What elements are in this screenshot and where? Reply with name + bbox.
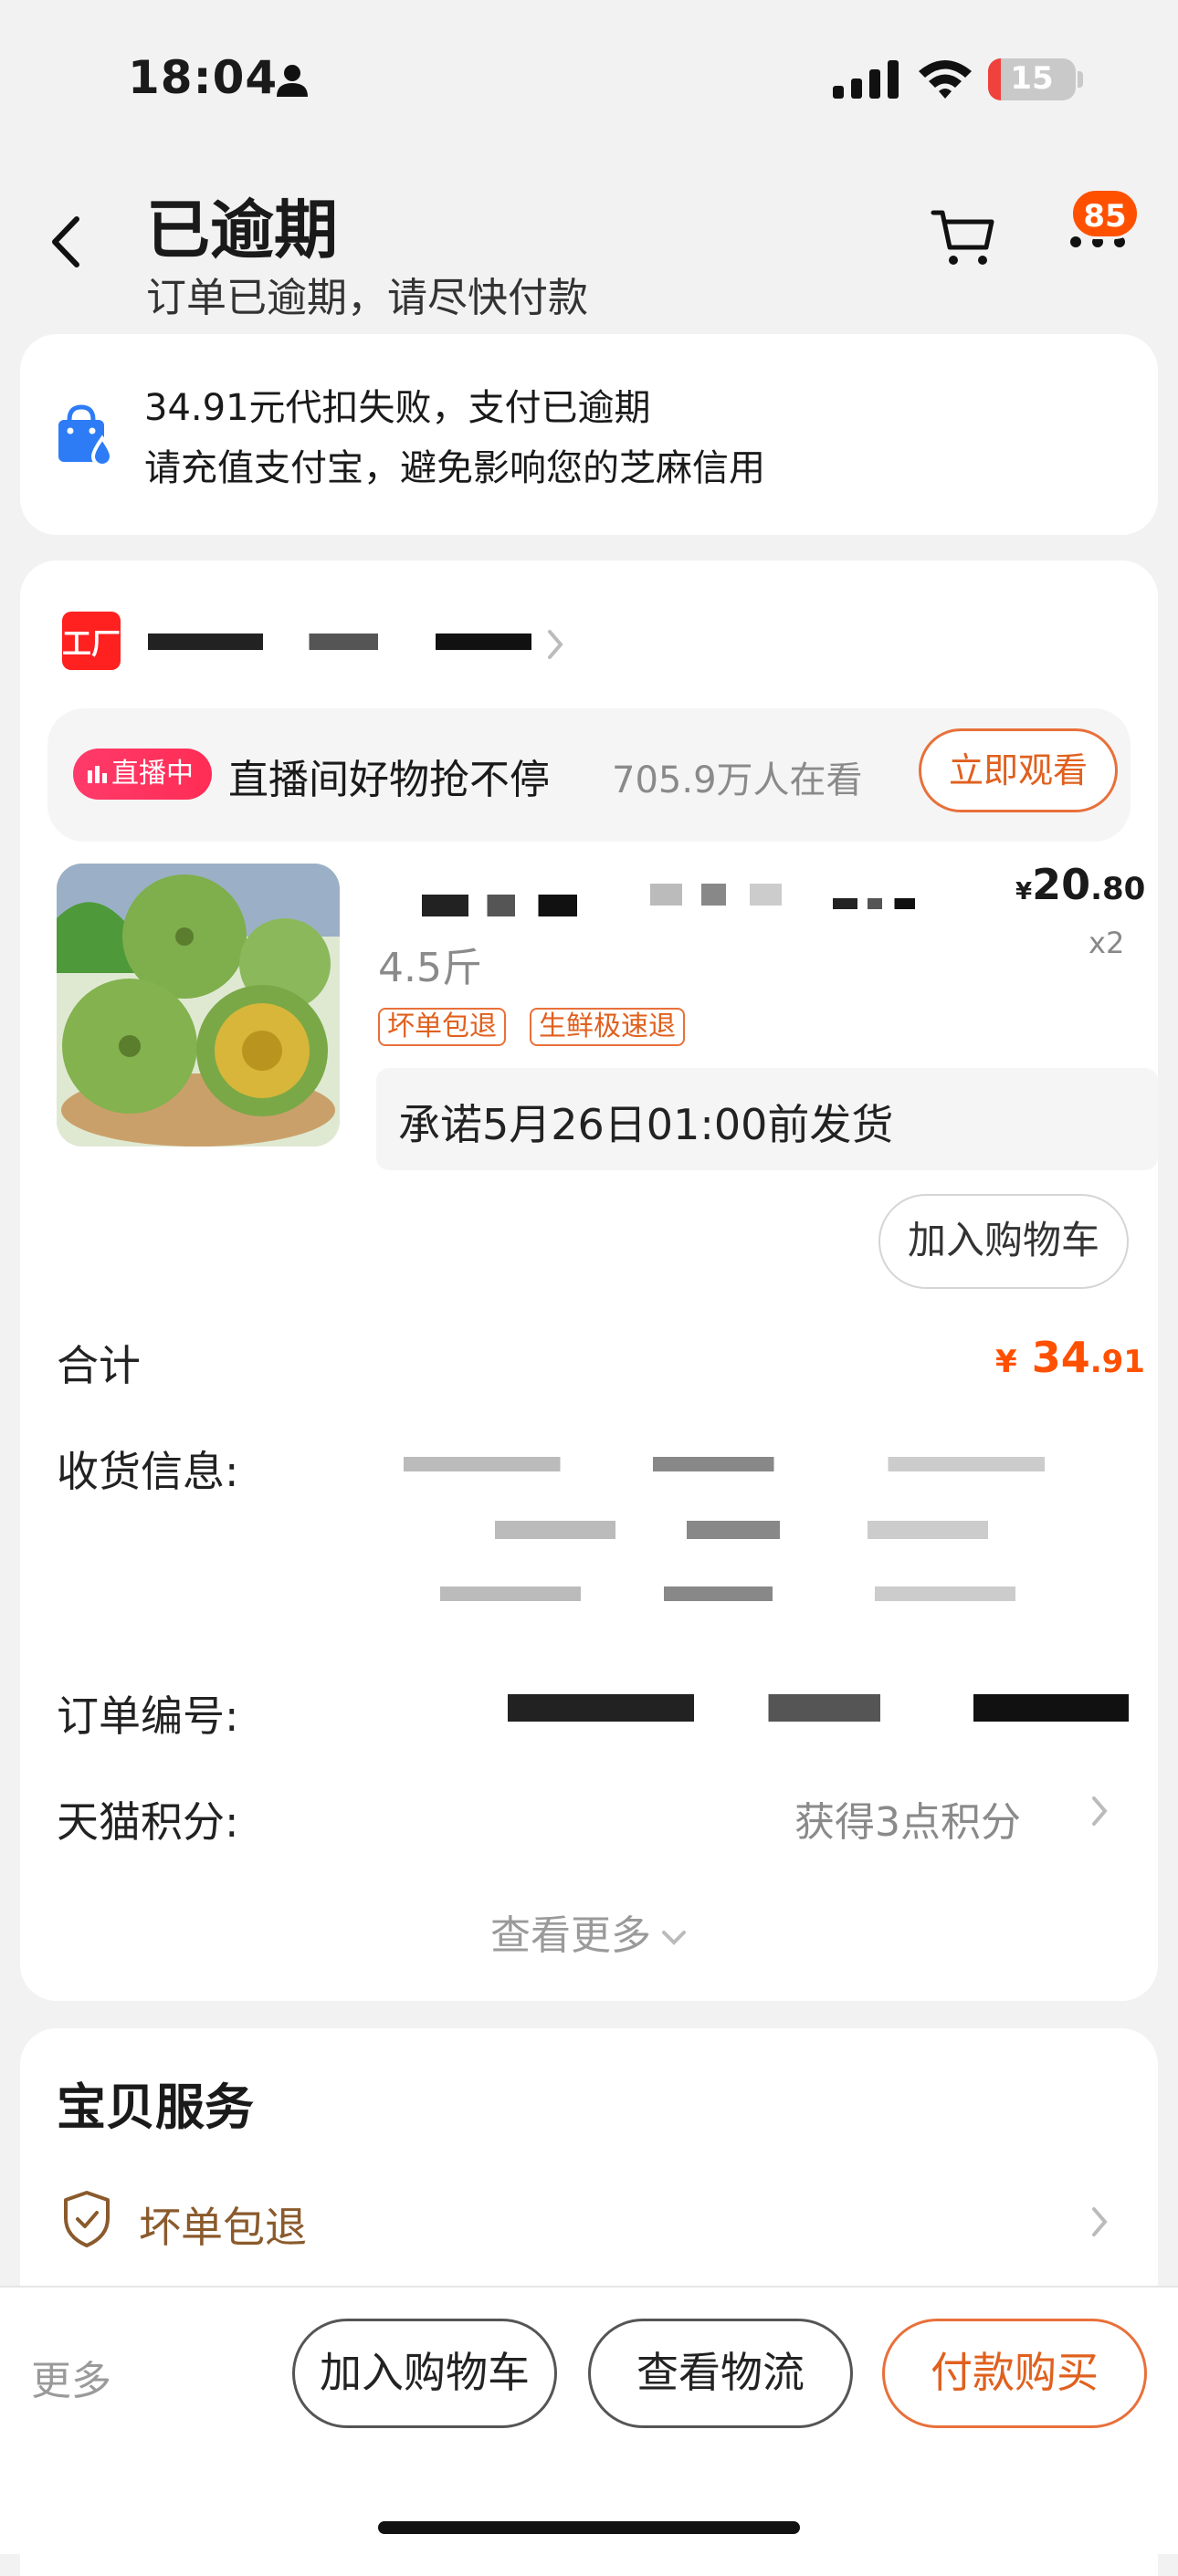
- payment-bag-icon: [58, 404, 114, 467]
- live-stream-banner[interactable]: 直播中 直播间好物抢不停 705.9万人在看 立即观看: [47, 708, 1131, 842]
- shield-check-icon: [64, 2191, 110, 2247]
- points-label: 天猫积分:: [57, 1797, 239, 1847]
- store-logo[interactable]: 工厂: [62, 612, 121, 670]
- view-logistics-button[interactable]: 查看物流: [588, 2319, 853, 2428]
- points-value[interactable]: 获得3点积分: [794, 1789, 1021, 1848]
- product-spec: 4.5斤: [378, 945, 482, 991]
- home-indicator[interactable]: [378, 2521, 800, 2534]
- bottom-action-bar: 更多 加入购物车 查看物流 付款购买: [0, 2286, 1178, 2554]
- redaction-block: [650, 884, 796, 906]
- store-chevron-icon[interactable]: [544, 626, 566, 663]
- points-chevron-icon[interactable]: [1089, 1793, 1110, 1829]
- price-decimal: .80: [1090, 871, 1146, 907]
- product-image[interactable]: [57, 864, 340, 1147]
- total-amount: ¥ 34.91: [995, 1333, 1145, 1382]
- live-viewer-count: 705.9万人在看: [612, 759, 863, 801]
- total-label: 合计: [57, 1341, 141, 1390]
- add-to-cart-button[interactable]: 加入购物车: [292, 2319, 557, 2428]
- tag-return-if-damaged: 坏单包退: [378, 1008, 506, 1046]
- total-currency: ¥: [995, 1344, 1017, 1380]
- services-title: 宝贝服务: [57, 2079, 254, 2136]
- live-badge: 直播中: [73, 749, 212, 800]
- more-actions-link[interactable]: 更多: [31, 2348, 111, 2406]
- order-number-redacted: [508, 1694, 1129, 1722]
- price-integer: 20: [1032, 860, 1091, 909]
- redaction-block: [495, 1521, 1043, 1539]
- total-integer: 34: [1031, 1333, 1090, 1382]
- shipping-promise: 承诺5月26日01:00前发货: [376, 1068, 1158, 1170]
- battery-indicator: 15: [988, 58, 1076, 100]
- cart-icon[interactable]: [930, 205, 997, 271]
- battery-level-text: 15: [1010, 60, 1054, 97]
- redaction-block: [440, 1586, 1079, 1601]
- service-item-return[interactable]: 坏单包退: [139, 2194, 307, 2255]
- cellular-signal-icon: [833, 60, 899, 99]
- add-to-cart-button-item[interactable]: 加入购物车: [878, 1194, 1129, 1289]
- shipping-promise-text: 承诺5月26日01:00前发货: [398, 1100, 894, 1149]
- wifi-icon: [919, 60, 972, 99]
- alert-message-line2: 请充值支付宝，避免影响您的芝麻信用: [144, 447, 765, 489]
- overdue-alert-card: 34.91元代扣失败，支付已逾期 请充值支付宝，避免影响您的芝麻信用: [20, 334, 1158, 535]
- chevron-down-icon: [662, 1931, 686, 1945]
- redaction-block: [422, 895, 577, 916]
- total-decimal: .91: [1089, 1344, 1145, 1380]
- order-number-label: 订单编号:: [57, 1691, 239, 1741]
- product-price: ¥20.80: [1015, 860, 1145, 909]
- redaction-block: [404, 1457, 1116, 1471]
- store-name-redacted[interactable]: [148, 634, 531, 650]
- price-currency: ¥: [1015, 878, 1033, 906]
- redaction-block: [833, 898, 915, 909]
- page-subtitle: 订单已逾期，请尽快付款: [146, 275, 588, 321]
- service-chevron-icon[interactable]: [1089, 2204, 1110, 2240]
- see-more-link[interactable]: 查看更多: [20, 1902, 1158, 1961]
- back-arrow-icon[interactable]: [40, 210, 95, 274]
- live-bars-icon: [88, 766, 107, 783]
- address-redacted: [385, 1450, 1134, 1632]
- person-icon: [277, 65, 308, 97]
- product-quantity: x2: [1089, 926, 1125, 960]
- tag-fresh-fast-refund: 生鲜极速退: [530, 1008, 685, 1046]
- order-card: 工厂 直播中 直播间好物抢不停 705.9万人在看 立即观看 ¥20.80 x2…: [20, 560, 1158, 2001]
- status-time: 18:04: [128, 51, 279, 104]
- melon-illustration: [57, 864, 340, 1147]
- address-label: 收货信息:: [57, 1447, 239, 1496]
- pay-button[interactable]: 付款购买: [882, 2319, 1147, 2428]
- live-badge-label: 直播中: [111, 758, 194, 790]
- alert-message-line1: 34.91元代扣失败，支付已逾期: [144, 387, 651, 429]
- live-title: 直播间好物抢不停: [228, 757, 550, 803]
- page-title: 已逾期: [146, 193, 338, 267]
- product-name-redacted[interactable]: [404, 878, 961, 916]
- see-more-label: 查看更多: [490, 1912, 651, 1959]
- notification-badge: 85: [1070, 188, 1140, 239]
- battery-cap: [1078, 71, 1083, 88]
- watch-live-button[interactable]: 立即观看: [919, 728, 1118, 812]
